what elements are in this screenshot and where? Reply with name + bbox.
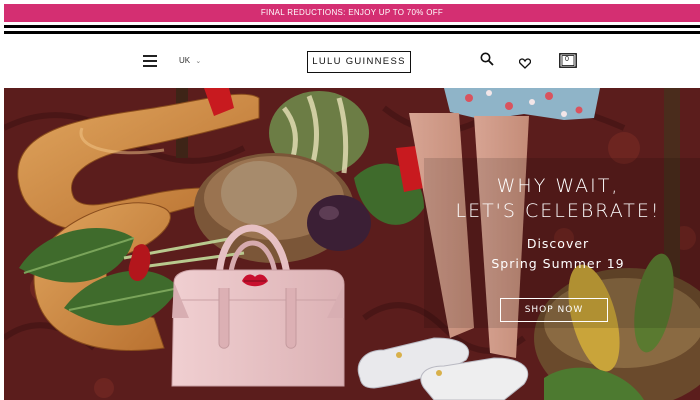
region-label: UK xyxy=(179,56,191,65)
brand-logo[interactable]: LULU GUINNESS xyxy=(307,51,411,73)
hero-banner[interactable]: WHY WAIT, LET'S CELEBRATE! Discover Spri… xyxy=(4,88,700,400)
hero-headline-line2: LET'S CELEBRATE! xyxy=(455,200,661,222)
promo-banner[interactable]: FINAL REDUCTIONS: ENJOY UP TO 70% OFF xyxy=(4,4,700,22)
bag-count: 0 xyxy=(565,56,569,63)
region-selector[interactable]: UK ⌄ xyxy=(179,56,201,65)
hero-subline2: Spring Summer 19 xyxy=(491,256,625,271)
site-header: UK ⌄ LULU GUINNESS 0 xyxy=(4,38,700,88)
search-icon[interactable] xyxy=(480,52,494,71)
promo-text: FINAL REDUCTIONS: ENJOY UP TO 70% OFF xyxy=(260,8,444,17)
logo-text: LULU GUINNESS xyxy=(312,56,406,67)
hero-headline-line1: WHY WAIT, xyxy=(496,175,620,197)
chevron-down-icon: ⌄ xyxy=(195,58,202,65)
shop-now-button[interactable]: SHOP NOW xyxy=(500,298,608,322)
heart-icon[interactable] xyxy=(518,56,532,74)
menu-icon[interactable] xyxy=(143,55,157,67)
hero-subline1: Discover xyxy=(526,236,590,251)
header-stripes xyxy=(4,24,700,38)
hero-copy: WHY WAIT, LET'S CELEBRATE! Discover Spri… xyxy=(438,174,678,322)
